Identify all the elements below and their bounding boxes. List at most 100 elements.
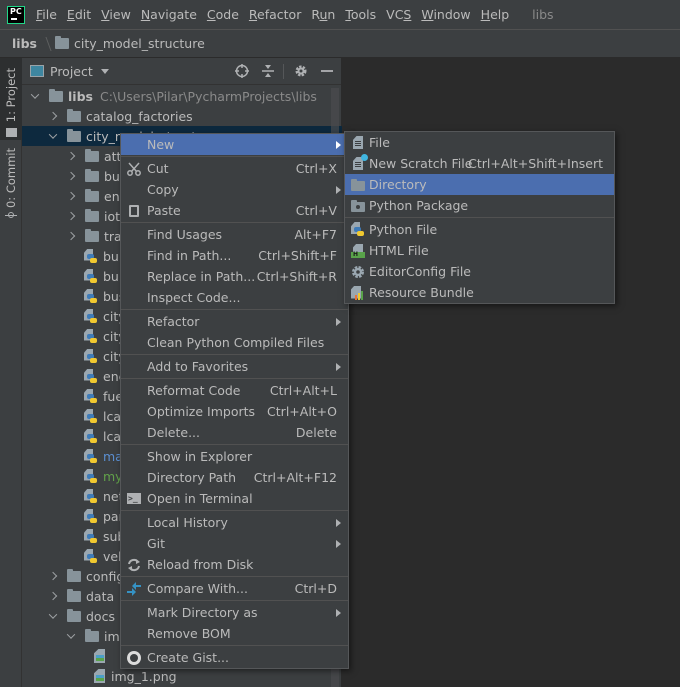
menu-edit[interactable]: Edit	[62, 7, 96, 22]
context-menu-item-git[interactable]: Git	[121, 533, 348, 554]
menu-navigate[interactable]: Navigate	[136, 7, 202, 22]
new-submenu-item-python-package[interactable]: Python Package	[345, 195, 614, 216]
editorconfig-icon	[350, 264, 366, 279]
menu-refactor[interactable]: Refactor	[244, 7, 306, 22]
new-submenu-item-editorconfig-file[interactable]: EditorConfig File	[345, 261, 614, 282]
context-menu-item-replace-in-path[interactable]: Replace in Path... Ctrl+Shift+R	[121, 266, 348, 287]
image-file-icon	[94, 649, 106, 663]
chevron-right-icon[interactable]	[66, 151, 76, 161]
menu-item-label: Paste	[147, 203, 181, 218]
context-menu-item-mark-directory-as[interactable]: Mark Directory as	[121, 602, 348, 623]
menu-tools[interactable]: Tools	[340, 7, 381, 22]
python-file-icon	[350, 222, 366, 237]
tree-item-label: iot	[104, 208, 121, 224]
new-submenu-item-python-file[interactable]: Python File	[345, 219, 614, 240]
tab-commit[interactable]: 0: Commit	[0, 148, 22, 228]
new-submenu-item-resource-bundle[interactable]: Resource Bundle	[345, 282, 614, 303]
context-menu-item-add-to-favorites[interactable]: Add to Favorites	[121, 356, 348, 377]
chevron-right-icon[interactable]	[66, 171, 76, 181]
breadcrumb-item-city-model-structure[interactable]: city_model_structure	[74, 36, 205, 51]
context-menu-item-optimize-imports[interactable]: Optimize Imports Ctrl+Alt+O	[121, 401, 348, 422]
menu-item-label: Show in Explorer	[147, 449, 253, 464]
context-menu-item-find-in-path[interactable]: Find in Path... Ctrl+Shift+F	[121, 245, 348, 266]
chevron-down-icon[interactable]	[100, 68, 109, 74]
folder-icon	[85, 188, 99, 202]
tab-project-label: 1: Project	[4, 68, 18, 123]
chevron-right-icon[interactable]	[66, 191, 76, 201]
context-menu-item-cut[interactable]: Cut Ctrl+X	[121, 158, 348, 179]
context-menu-item-delete[interactable]: Delete... Delete	[121, 422, 348, 443]
project-path: C:\Users\Pilar\PycharmProjects\libs	[99, 88, 317, 104]
menu-item-shortcut: Ctrl+D	[294, 581, 337, 596]
chevron-down-icon[interactable]	[30, 91, 40, 101]
menu-file[interactable]: File	[31, 7, 62, 22]
menu-item-label: Copy	[147, 182, 179, 197]
gear-icon[interactable]	[293, 63, 309, 79]
new-submenu-item-file[interactable]: File	[345, 132, 614, 153]
menu-item-shortcut: Ctrl+Shift+F	[258, 248, 337, 263]
context-menu-item-local-history[interactable]: Local History	[121, 512, 348, 533]
context-menu-item-clean-python-compiled-files[interactable]: Clean Python Compiled Files	[121, 332, 348, 353]
menu-help[interactable]: Help	[476, 7, 515, 22]
menu-view[interactable]: View	[96, 7, 136, 22]
tree-row[interactable]: catalog_factories	[22, 106, 342, 126]
new-submenu-item-directory[interactable]: Directory	[345, 174, 614, 195]
tree-row[interactable]: img_1.png	[22, 666, 342, 686]
context-menu-item-copy[interactable]: Copy	[121, 179, 348, 200]
new-submenu-item-new-scratch-file[interactable]: New Scratch File Ctrl+Alt+Shift+Insert	[345, 153, 614, 174]
left-tool-strip: 1: Project 0: Commit	[0, 58, 22, 687]
chevron-right-icon[interactable]	[48, 591, 58, 601]
menu-item-label: Reformat Code	[147, 383, 241, 398]
github-icon	[126, 650, 142, 665]
tab-project[interactable]: 1: Project	[0, 58, 22, 140]
python-file-icon	[84, 468, 98, 484]
menu-item-label: Git	[147, 536, 166, 551]
commit-icon	[5, 212, 17, 219]
collapse-all-icon[interactable]	[260, 63, 276, 79]
menu-window[interactable]: Window	[416, 7, 475, 22]
menu-item-label: Reload from Disk	[147, 557, 254, 572]
context-menu-item-remove-bom[interactable]: Remove BOM	[121, 623, 348, 644]
folder-icon	[67, 108, 81, 122]
context-menu-item-create-gist[interactable]: Create Gist...	[121, 647, 348, 668]
chevron-right-icon[interactable]	[66, 231, 76, 241]
context-menu-item-reformat-code[interactable]: Reformat Code Ctrl+Alt+L	[121, 380, 348, 401]
context-menu-item-show-in-explorer[interactable]: Show in Explorer	[121, 446, 348, 467]
chevron-right-icon[interactable]	[48, 571, 58, 581]
context-menu-item-paste[interactable]: Paste Ctrl+V	[121, 200, 348, 221]
context-menu-item-new[interactable]: New	[121, 134, 348, 155]
html-file-icon: H	[350, 243, 366, 258]
new-submenu-item-html-file[interactable]: H HTML File	[345, 240, 614, 261]
chevron-down-icon[interactable]	[48, 131, 58, 141]
chevron-down-icon[interactable]	[66, 631, 76, 641]
context-menu-item-refactor[interactable]: Refactor	[121, 311, 348, 332]
context-menu-item-open-in-terminal[interactable]: >_ Open in Terminal	[121, 488, 348, 509]
menu-item-shortcut: Ctrl+Alt+Shift+Insert	[468, 156, 603, 171]
context-menu-item-find-usages[interactable]: Find Usages Alt+F7	[121, 224, 348, 245]
minimize-icon[interactable]	[319, 63, 335, 79]
breadcrumb-item-libs[interactable]: libs	[12, 36, 37, 51]
menu-vcs[interactable]: VCS	[381, 7, 416, 22]
submenu-arrow-icon	[336, 518, 341, 527]
menu-item-label: Compare With...	[147, 581, 248, 596]
menu-run[interactable]: Run	[306, 7, 340, 22]
menu-bar: PC File Edit View Navigate Code Refactor Run To…	[0, 0, 680, 29]
menu-item-label: Directory Path	[147, 470, 237, 485]
context-menu-item-directory-path[interactable]: Directory Path Ctrl+Alt+F12	[121, 467, 348, 488]
context-menu-item-compare-with[interactable]: Compare With... Ctrl+D	[121, 578, 348, 599]
chevron-right-icon[interactable]	[66, 211, 76, 221]
project-view-selector[interactable]: Project	[50, 64, 93, 79]
menu-code[interactable]: Code	[202, 7, 244, 22]
python-file-icon	[84, 328, 98, 344]
tree-row[interactable]: libs C:\Users\Pilar\PycharmProjects\libs	[22, 86, 342, 106]
locate-icon[interactable]	[234, 63, 250, 79]
chevron-down-icon[interactable]	[48, 611, 58, 621]
menu-item-label: Replace in Path...	[147, 269, 256, 284]
context-menu-item-inspect-code[interactable]: Inspect Code...	[121, 287, 348, 308]
submenu-arrow-icon	[336, 608, 341, 617]
chevron-right-icon[interactable]	[48, 111, 58, 121]
context-menu-item-reload-from-disk[interactable]: Reload from Disk	[121, 554, 348, 575]
menu-item-label: Add to Favorites	[147, 359, 249, 374]
menu-item-label: Find in Path...	[147, 248, 232, 263]
folder-icon	[85, 168, 99, 182]
